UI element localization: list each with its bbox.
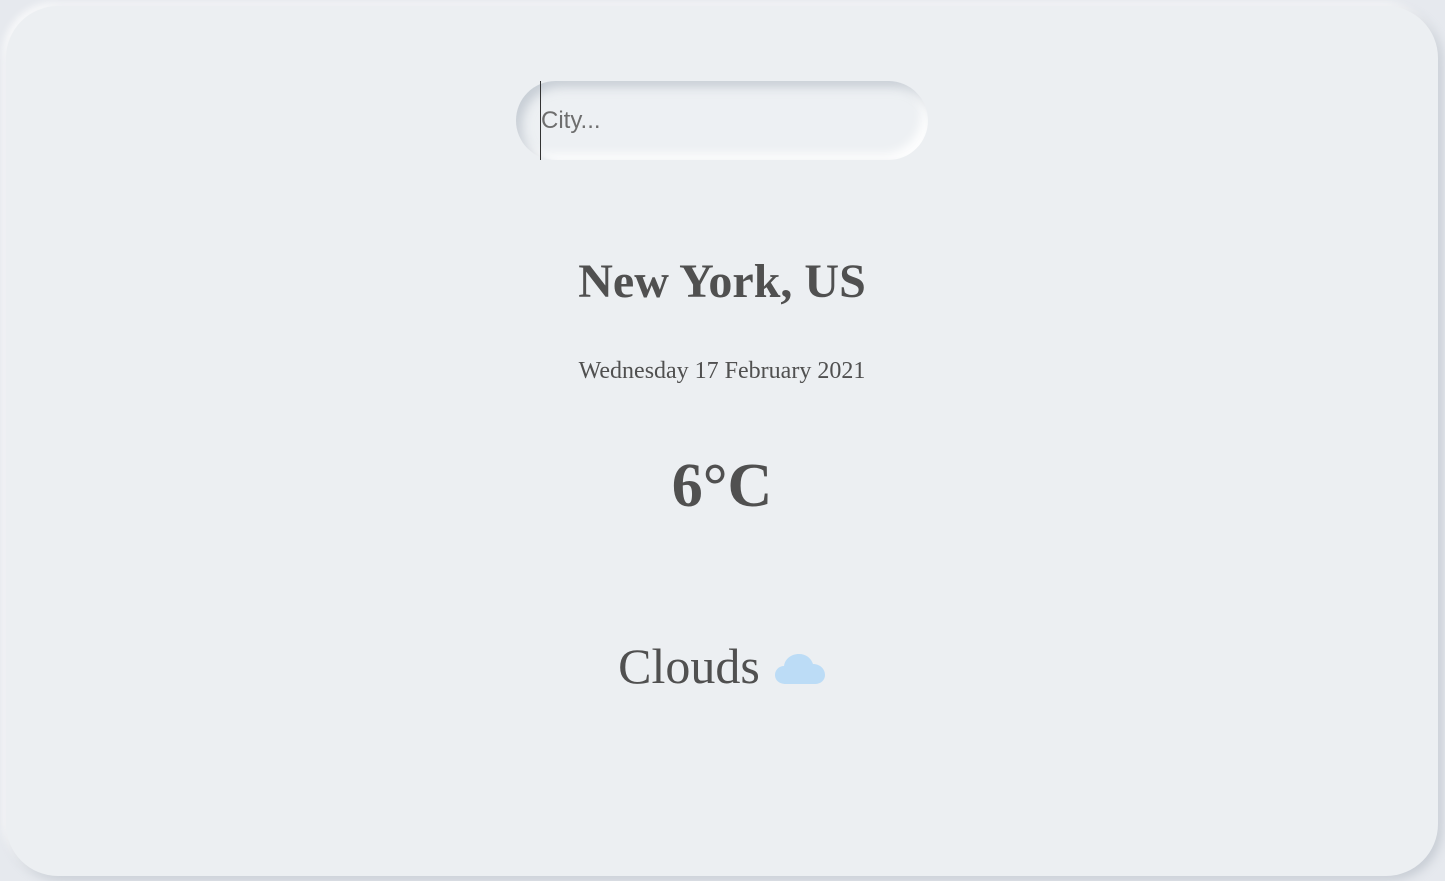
city-search-input[interactable] [540,81,910,160]
location-title: New York, US [578,255,866,308]
cloud-icon [774,654,825,684]
condition-label: Clouds [618,638,760,694]
date-label: Wednesday 17 February 2021 [578,358,866,384]
temperature-value: 6°C [671,452,773,520]
weather-condition: Clouds [6,631,1438,701]
weather-card: New York, US Wednesday 17 February 2021 … [6,6,1438,876]
search-box [516,81,928,160]
